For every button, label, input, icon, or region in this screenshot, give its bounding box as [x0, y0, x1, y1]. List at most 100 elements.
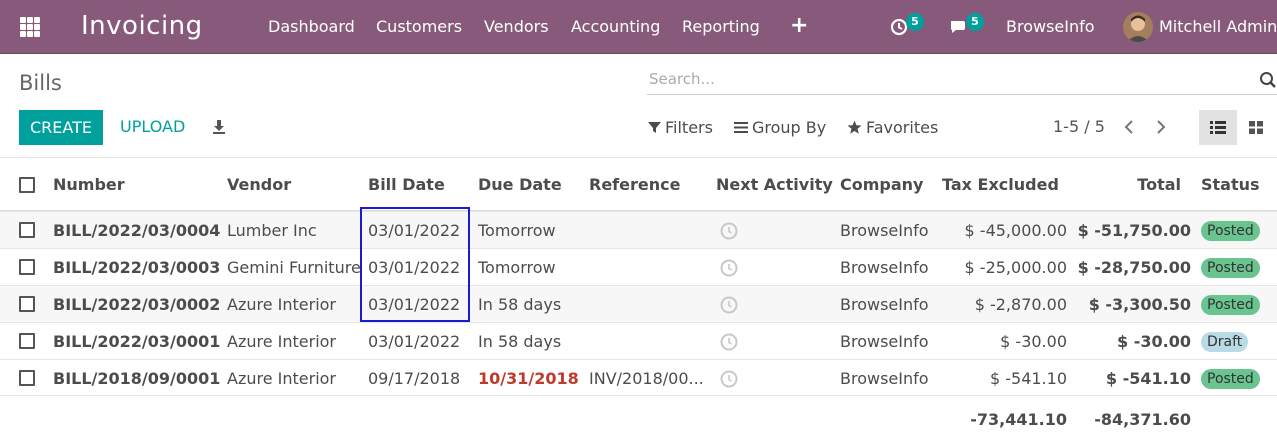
menu-customers[interactable]: Customers [376, 17, 462, 36]
column-header-bill-date[interactable]: Bill Date [368, 175, 445, 194]
top-navbar: Invoicing Dashboard Customers Vendors Ac… [0, 0, 1277, 54]
clock-icon[interactable] [720, 333, 738, 351]
cell-tax-excluded: $ -30.00 [1000, 332, 1067, 351]
cell-vendor: Azure Interior [227, 295, 337, 314]
cell-total: $ -541.10 [1105, 369, 1191, 388]
row-checkbox[interactable] [19, 370, 35, 386]
company-switcher[interactable]: BrowseInfo [1006, 17, 1095, 36]
cell-vendor: Gemini Furniture [227, 258, 361, 277]
total-tax-excluded: -73,441.10 [970, 410, 1067, 429]
upload-button[interactable]: UPLOAD [120, 117, 185, 136]
cell-total: $ -51,750.00 [1077, 221, 1191, 240]
cell-bill-date: 03/01/2022 [368, 332, 461, 351]
select-all-checkbox[interactable] [19, 177, 35, 193]
cell-number: BILL/2022/03/0004 [53, 221, 221, 240]
table-row[interactable]: BILL/2018/09/0001 Azure Interior 09/17/2… [0, 359, 1277, 396]
app-name[interactable]: Invoicing [81, 11, 203, 41]
activity-badge: 5 [906, 13, 924, 31]
menu-dashboard[interactable]: Dashboard [268, 17, 355, 36]
search-input[interactable] [647, 66, 1247, 92]
status-badge: Posted [1201, 369, 1260, 389]
row-checkbox[interactable] [19, 222, 35, 238]
column-header-next-activity[interactable]: Next Activity [716, 175, 833, 194]
cell-number: BILL/2022/03/0002 [53, 295, 221, 314]
menu-reporting[interactable]: Reporting [682, 17, 760, 36]
cell-company: BrowseInfo [840, 221, 929, 240]
cell-bill-date: 09/17/2018 [368, 369, 461, 388]
search-icon[interactable] [1259, 71, 1277, 89]
chevron-right-icon[interactable] [1154, 117, 1168, 137]
status-badge: Posted [1201, 295, 1260, 315]
clock-icon[interactable] [720, 296, 738, 314]
create-button[interactable]: CREATE [19, 110, 103, 145]
column-header-number[interactable]: Number [53, 175, 125, 194]
table-row[interactable]: BILL/2022/03/0001 Azure Interior 03/01/2… [0, 322, 1277, 359]
column-header-total[interactable]: Total [1137, 175, 1181, 194]
filters-button[interactable]: Filters [665, 118, 713, 137]
menu-accounting[interactable]: Accounting [571, 17, 660, 36]
user-menu[interactable]: Mitchell Admin [1159, 17, 1277, 36]
cell-company: BrowseInfo [840, 258, 929, 277]
column-header-company[interactable]: Company [840, 175, 923, 194]
column-header-due-date[interactable]: Due Date [478, 175, 562, 194]
cell-tax-excluded: $ -45,000.00 [964, 221, 1067, 240]
cell-number: BILL/2022/03/0003 [53, 258, 221, 277]
list-view-icon [1210, 121, 1226, 134]
cell-due-date: Tomorrow [478, 221, 556, 240]
chevron-left-icon[interactable] [1122, 117, 1136, 137]
cell-due-date: In 58 days [478, 332, 562, 351]
avatar[interactable] [1123, 12, 1153, 42]
total-amount: -84,371.60 [1094, 410, 1191, 429]
cell-vendor: Azure Interior [227, 369, 337, 388]
cell-total: $ -28,750.00 [1077, 258, 1191, 277]
group-by-icon[interactable] [734, 121, 748, 134]
cell-tax-excluded: $ -25,000.00 [964, 258, 1067, 277]
cell-due-date: Tomorrow [478, 258, 556, 277]
column-header-tax-excluded[interactable]: Tax Excluded [942, 175, 1059, 194]
group-by-button[interactable]: Group By [752, 118, 826, 137]
cell-tax-excluded: $ -2,870.00 [974, 295, 1067, 314]
pager-value[interactable]: 1-5 / 5 [1053, 117, 1105, 136]
kanban-view-button[interactable] [1238, 110, 1276, 145]
clock-icon[interactable] [720, 370, 738, 388]
cell-total: $ -30.00 [1117, 332, 1191, 351]
search-bar [647, 66, 1277, 95]
clock-icon[interactable] [720, 222, 738, 240]
divider [0, 157, 1277, 158]
plus-icon[interactable]: + [790, 13, 808, 38]
download-icon[interactable] [211, 119, 227, 135]
cell-company: BrowseInfo [840, 369, 929, 388]
messages-badge: 5 [966, 13, 984, 31]
cell-number: BILL/2022/03/0001 [53, 332, 221, 351]
status-badge: Posted [1201, 258, 1260, 278]
bill-date-highlight [360, 207, 470, 322]
cell-tax-excluded: $ -541.10 [989, 369, 1067, 388]
cell-vendor: Azure Interior [227, 332, 337, 351]
cell-due-date-overdue: 10/31/2018 [478, 369, 579, 388]
row-checkbox[interactable] [19, 296, 35, 312]
column-header-vendor[interactable]: Vendor [227, 175, 291, 194]
table-row[interactable]: BILL/2022/03/0004 Lumber Inc 03/01/2022 … [0, 211, 1277, 248]
table-row[interactable]: BILL/2022/03/0002 Azure Interior 03/01/2… [0, 285, 1277, 322]
column-header-status[interactable]: Status [1201, 175, 1260, 194]
cell-due-date: In 58 days [478, 295, 562, 314]
apps-grid-icon[interactable] [20, 17, 40, 37]
favorites-button[interactable]: Favorites [866, 118, 938, 137]
cell-total: $ -3,300.50 [1088, 295, 1191, 314]
chat-icon[interactable] [949, 18, 967, 36]
list-view-button[interactable] [1199, 110, 1237, 145]
row-checkbox[interactable] [19, 333, 35, 349]
cell-company: BrowseInfo [840, 295, 929, 314]
cell-vendor: Lumber Inc [227, 221, 317, 240]
cell-reference: INV/2018/00... [589, 369, 704, 388]
status-badge: Posted [1201, 221, 1260, 241]
kanban-view-icon [1249, 121, 1263, 134]
menu-vendors[interactable]: Vendors [484, 17, 549, 36]
table-row[interactable]: BILL/2022/03/0003 Gemini Furniture 03/01… [0, 248, 1277, 285]
filter-icon[interactable] [648, 121, 661, 134]
cell-company: BrowseInfo [840, 332, 929, 351]
star-icon[interactable] [847, 120, 862, 135]
row-checkbox[interactable] [19, 259, 35, 275]
column-header-reference[interactable]: Reference [589, 175, 680, 194]
clock-icon[interactable] [720, 259, 738, 277]
